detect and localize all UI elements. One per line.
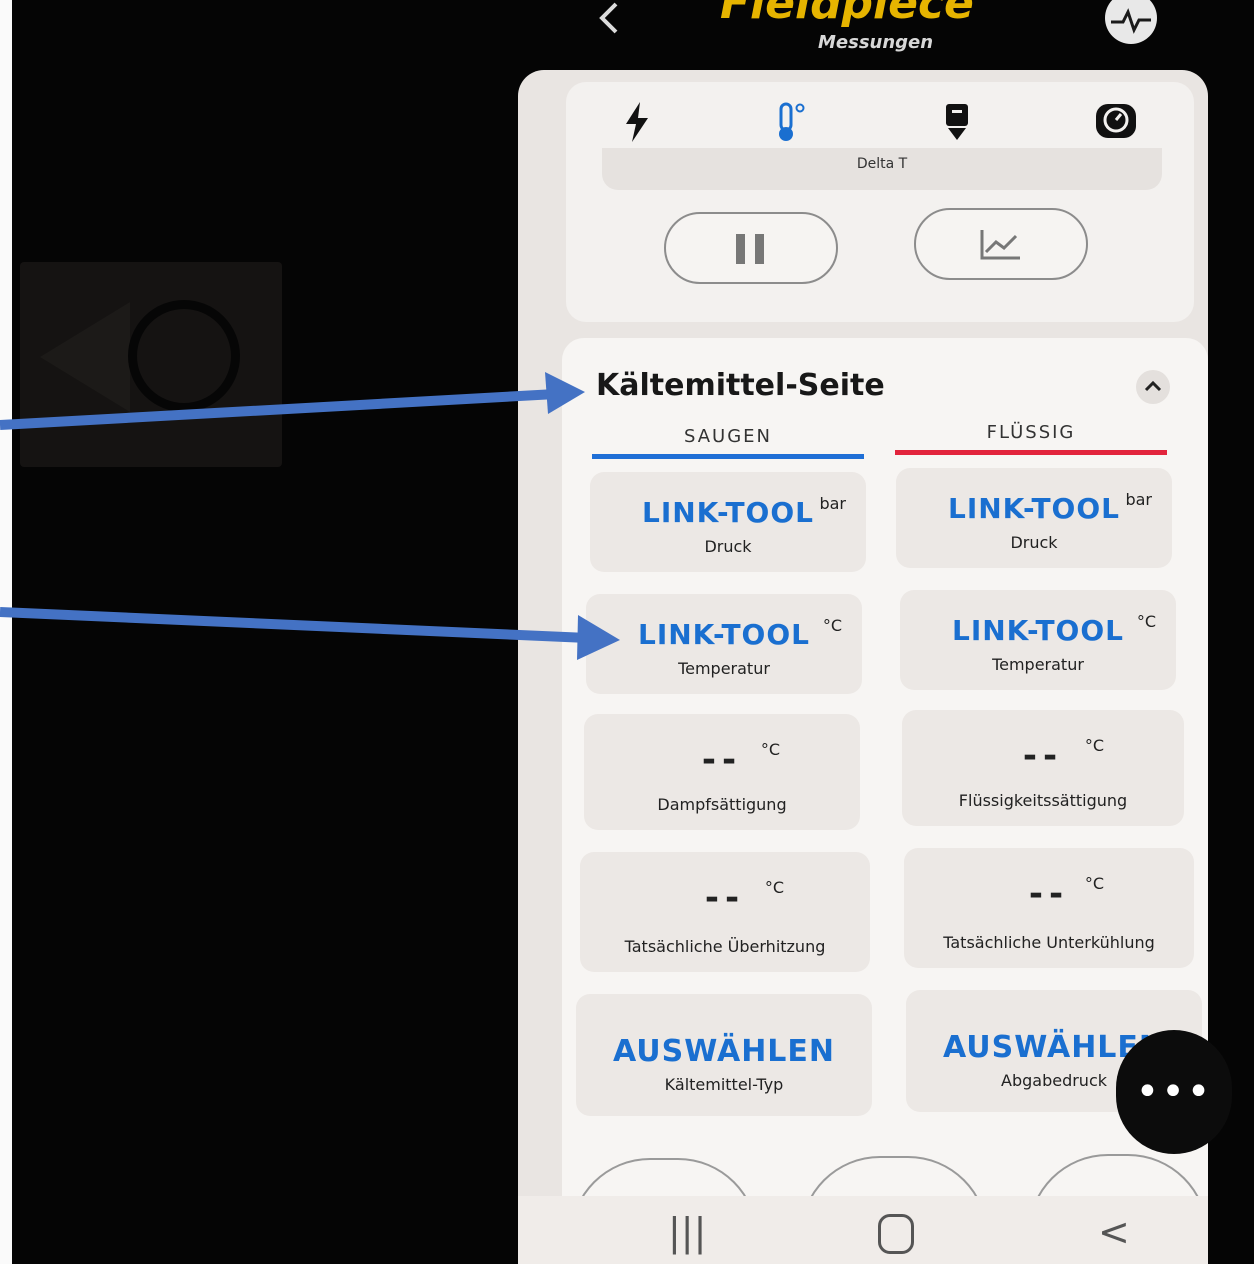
annotation-arrow-title [0, 372, 585, 430]
annotation-arrow-temperature [0, 607, 620, 660]
annotation-arrows [0, 372, 620, 660]
